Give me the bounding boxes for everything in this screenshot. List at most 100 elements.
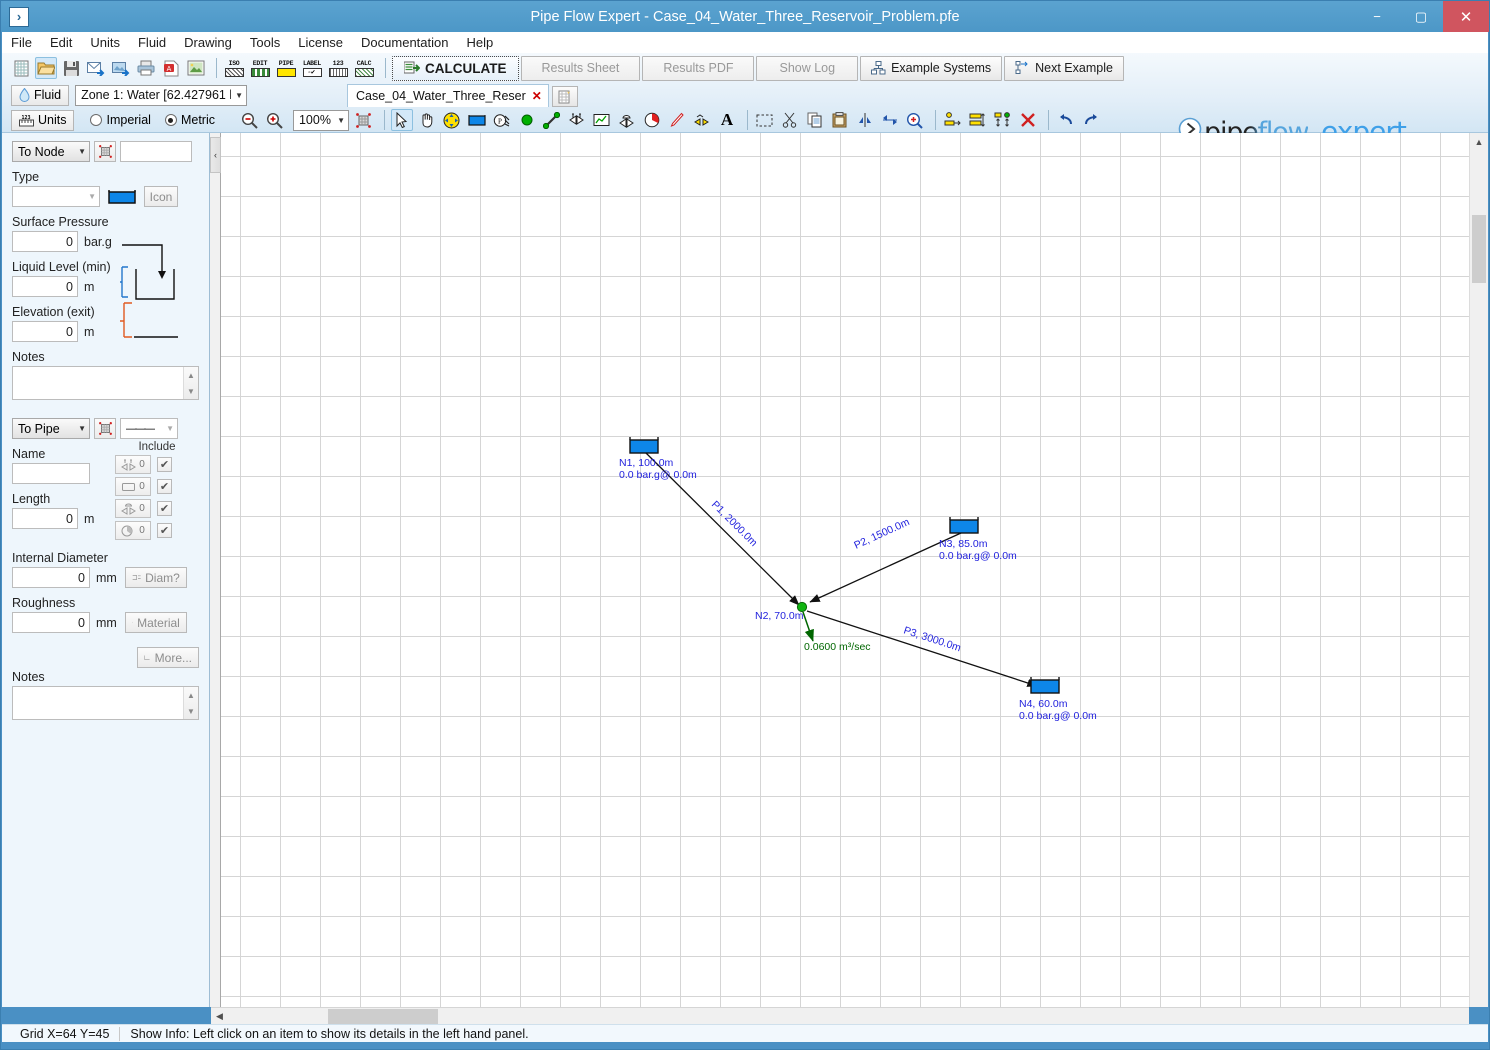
node-n1-tank[interactable] <box>629 437 659 454</box>
include-fittings-checkbox[interactable]: ✔ <box>157 457 172 472</box>
flow-meter-icon[interactable] <box>641 109 663 131</box>
imperial-radio[interactable]: Imperial <box>90 113 151 127</box>
node-n3-tank[interactable] <box>949 517 979 534</box>
tank-icon[interactable] <box>466 109 488 131</box>
horizontal-scroll-thumb[interactable] <box>328 1008 438 1024</box>
roughness-input[interactable]: 0 <box>12 612 90 633</box>
units-button[interactable]: 123 Units <box>11 109 75 131</box>
node-target-select[interactable]: To Node ▼ <box>12 141 90 162</box>
marquee-select-icon[interactable] <box>754 109 776 131</box>
include-components-checkbox[interactable]: ✔ <box>157 479 172 494</box>
menu-documentation[interactable]: Documentation <box>352 33 457 52</box>
close-icon[interactable]: ✕ <box>532 89 542 103</box>
results-sheet-button[interactable]: Results Sheet <box>520 55 641 81</box>
menu-fluid[interactable]: Fluid <box>129 33 175 52</box>
surface-pressure-input[interactable]: 0 <box>12 231 78 252</box>
show-log-button[interactable]: Show Log <box>756 55 859 81</box>
iso-icon[interactable]: ISO <box>223 58 245 78</box>
valve-icon[interactable]: 0 <box>115 499 151 518</box>
component-icon[interactable]: 0 <box>115 477 151 496</box>
splitter-collapse-handle[interactable]: ‹ <box>210 137 221 173</box>
align-node-icon[interactable] <box>942 109 964 131</box>
label-icon[interactable]: LABEL ▫✔ <box>301 58 323 78</box>
edit-icon[interactable]: EDIT <box>249 58 271 78</box>
minimize-button[interactable]: − <box>1355 1 1399 32</box>
fluid-button[interactable]: Fluid <box>11 84 70 106</box>
zoom-in-icon[interactable] <box>264 109 286 131</box>
zoom-out-icon[interactable] <box>239 109 261 131</box>
fittings-icon[interactable]: 0 <box>115 455 151 474</box>
undo-icon[interactable] <box>1055 109 1077 131</box>
move-node-icon[interactable] <box>441 109 463 131</box>
scroll-left-icon[interactable]: ◀ <box>211 1011 228 1022</box>
paste-icon[interactable] <box>829 109 851 131</box>
redo-icon[interactable] <box>1080 109 1102 131</box>
export-icon[interactable] <box>110 57 132 79</box>
pan-hand-icon[interactable] <box>416 109 438 131</box>
flip-vertical-icon[interactable] <box>854 109 876 131</box>
example-systems-button[interactable]: Example Systems <box>860 55 1003 81</box>
pipe-icon[interactable]: PIPE <box>275 58 297 78</box>
node-icon[interactable] <box>516 109 538 131</box>
menu-license[interactable]: License <box>289 33 352 52</box>
node-n4-tank[interactable] <box>1030 677 1060 694</box>
save-icon[interactable] <box>60 57 82 79</box>
more-button[interactable]: More... <box>137 647 199 668</box>
pen-icon[interactable] <box>666 109 688 131</box>
pipe-name-input[interactable] <box>12 463 90 484</box>
include-pumps-checkbox[interactable]: ✔ <box>157 523 172 538</box>
drawing-canvas[interactable]: N1, 100.0m 0.0 bar.g@ 0.0m N3, 85.0m 0.0… <box>221 133 1469 1007</box>
pdf-icon[interactable]: A <box>160 57 182 79</box>
chart-icon[interactable] <box>591 109 613 131</box>
fluid-zone-select[interactable]: Zone 1: Water [62.427961 lb/ft³ at 0.0ba… <box>75 84 248 106</box>
pipe-draw-icon[interactable] <box>541 109 563 131</box>
control-valve-icon[interactable] <box>616 109 638 131</box>
email-icon[interactable] <box>85 57 107 79</box>
pipe-notes-spinner[interactable]: ▲ ▼ <box>183 687 198 719</box>
results-pdf-button[interactable]: Results PDF <box>642 55 755 81</box>
tab-case-04[interactable]: Case_04_Water_Three_Reser ✕ <box>347 84 549 107</box>
select-arrow-icon[interactable] <box>390 109 413 131</box>
node-type-select[interactable]: ▼ <box>12 186 100 207</box>
pipe-length-input[interactable]: 0 <box>12 508 78 529</box>
snap-grid-icon[interactable] <box>353 109 375 131</box>
scroll-up-icon[interactable]: ▲ <box>1470 133 1488 151</box>
open-icon[interactable] <box>35 57 57 79</box>
zoom-region-icon[interactable] <box>904 109 926 131</box>
node-pick-button[interactable] <box>94 141 116 162</box>
metric-radio[interactable]: Metric <box>164 113 215 127</box>
new-tab-button[interactable] <box>551 86 578 107</box>
menu-file[interactable]: File <box>2 33 41 52</box>
menu-tools[interactable]: Tools <box>241 33 289 52</box>
liquid-level-input[interactable]: 0 <box>12 276 78 297</box>
cut-icon[interactable] <box>779 109 801 131</box>
distribute-icon[interactable] <box>992 109 1014 131</box>
numbers-icon[interactable]: 123 <box>327 58 349 78</box>
new-icon[interactable] <box>10 57 32 79</box>
vertical-scrollbar[interactable]: ▲ <box>1469 133 1488 1007</box>
align-size-icon[interactable] <box>967 109 989 131</box>
horizontal-scrollbar[interactable]: ◀ <box>211 1007 1469 1024</box>
pipe-target-select[interactable]: To Pipe ▼ <box>12 418 90 439</box>
image-icon[interactable] <box>185 57 207 79</box>
component-icon[interactable] <box>691 109 713 131</box>
copy-icon[interactable] <box>804 109 826 131</box>
node-name-input[interactable] <box>120 141 192 162</box>
pump-icon[interactable]: 0 <box>115 521 151 540</box>
delete-icon[interactable] <box>1017 109 1039 131</box>
flip-horizontal-icon[interactable] <box>879 109 901 131</box>
node-notes-textarea[interactable]: ▲ ▼ <box>12 366 199 400</box>
node-icon-button[interactable]: Icon <box>144 186 178 207</box>
diameter-lookup-button[interactable]: Diam? <box>124 567 187 588</box>
zoom-level-select[interactable]: 100% ▼ <box>292 109 349 131</box>
diameter-input[interactable]: 0 <box>12 567 90 588</box>
calculate-button[interactable]: CALCULATE <box>392 55 519 81</box>
text-icon[interactable]: A <box>716 109 738 131</box>
include-valves-checkbox[interactable]: ✔ <box>157 501 172 516</box>
maximize-button[interactable]: ▢ <box>1399 1 1443 32</box>
menu-edit[interactable]: Edit <box>41 33 81 52</box>
menu-help[interactable]: Help <box>457 33 502 52</box>
pipe-pick-button[interactable] <box>94 418 116 439</box>
material-button[interactable]: Material <box>124 612 187 633</box>
close-button[interactable]: ✕ <box>1443 1 1489 32</box>
